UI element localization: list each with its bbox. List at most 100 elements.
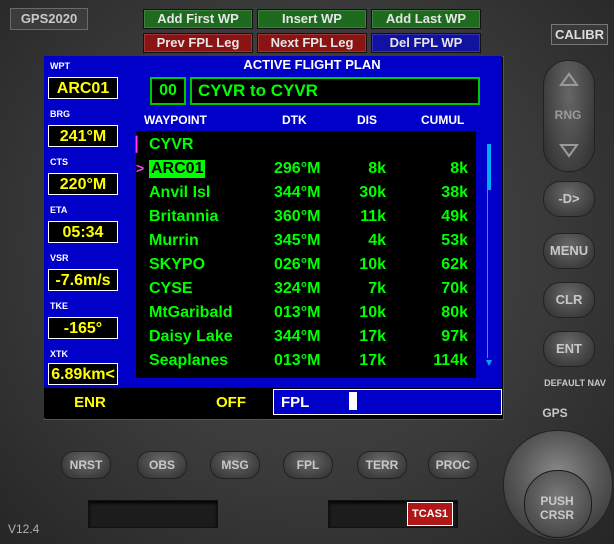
insert-wp-button[interactable]: Insert WP [257, 9, 367, 29]
add-last-wp-button[interactable]: Add Last WP [371, 9, 481, 29]
waypoint-dis: 7k [368, 280, 386, 297]
mode-indicator: ENR [74, 394, 106, 411]
waypoint-dtk: 345°M [274, 232, 321, 249]
off-indicator: OFF [216, 394, 246, 411]
waypoint-name: Anvil Isl [149, 184, 211, 201]
waypoint-scrollbar[interactable] [486, 140, 492, 366]
waypoint-name: Seaplanes [149, 352, 229, 369]
eta-value: 05:34 [48, 221, 118, 243]
prev-fpl-leg-button[interactable]: Prev FPL Leg [143, 33, 253, 53]
calibr-button[interactable]: CALIBR [551, 24, 608, 45]
menu-button[interactable]: MENU [543, 233, 595, 269]
waypoint-name: CYSE [149, 280, 193, 297]
com-slot-left [88, 500, 218, 528]
vsr-label: VSR [50, 253, 69, 263]
fpl-button[interactable]: FPL [283, 451, 333, 479]
active-leg-arrow-icon: > [136, 160, 145, 176]
page-indicator: FPL [281, 394, 310, 411]
from-marker-icon: ▏ [136, 136, 147, 152]
waypoint-dis: 10k [359, 304, 386, 321]
next-fpl-leg-button[interactable]: Next FPL Leg [257, 33, 367, 53]
add-first-wp-button[interactable]: Add First WP [143, 9, 253, 29]
wpt-value: ARC01 [48, 77, 118, 99]
brg-label: BRG [50, 109, 70, 119]
cursor-block [349, 392, 357, 410]
waypoint-cumul: 38k [441, 184, 468, 201]
vsr-value: -7.6m/s [48, 269, 118, 291]
col-header-dtk: DTK [282, 113, 307, 127]
waypoint-cumul: 53k [441, 232, 468, 249]
waypoint-cumul: 49k [441, 208, 468, 225]
table-row[interactable]: SKYPO 026°M 10k 62k [136, 253, 476, 277]
version-label: V12.4 [8, 522, 40, 536]
cts-label: CTS [50, 157, 68, 167]
cts-value: 220°M [48, 173, 118, 195]
xtk-label: XTK [50, 349, 68, 359]
brg-value: 241°M [48, 125, 118, 147]
msg-button[interactable]: MSG [210, 451, 260, 479]
direct-to-button[interactable]: -D> [543, 181, 595, 217]
col-header-waypoint: WAYPOINT [144, 113, 207, 127]
waypoint-list: ▏ CYVR > ARC01 296°M 8k 8k Anvil Isl 344… [136, 131, 476, 378]
waypoint-cumul: 114k [433, 352, 468, 369]
waypoint-cumul: 8k [450, 160, 468, 177]
rng-label: RNG [554, 108, 582, 122]
terr-button[interactable]: TERR [357, 451, 407, 479]
proc-button[interactable]: PROC [428, 451, 478, 479]
default-nav-label: DEFAULT NAV [544, 378, 606, 388]
waypoint-dis: 4k [368, 232, 386, 249]
waypoint-cumul: 70k [441, 280, 468, 297]
table-row[interactable]: Daisy Lake 344°M 17k 97k [136, 325, 476, 349]
table-row[interactable]: > ARC01 296°M 8k 8k [136, 157, 476, 181]
ent-button[interactable]: ENT [543, 331, 595, 367]
obs-button[interactable]: OBS [137, 451, 187, 479]
tcas-button[interactable]: TCAS1 [407, 502, 453, 526]
del-fpl-wp-button[interactable]: Del FPL WP [371, 33, 481, 53]
flight-plan-number[interactable]: 00 [150, 77, 186, 105]
col-header-dis: DIS [357, 113, 378, 127]
table-row[interactable]: Seaplanes 013°M 17k 114k [136, 349, 476, 373]
flight-plan-title: ACTIVE FLIGHT PLAN [243, 57, 381, 72]
clr-button[interactable]: CLR [543, 282, 595, 318]
flight-plan-name[interactable]: CYVR to CYVR [190, 77, 480, 105]
waypoint-name: CYVR [149, 136, 194, 153]
waypoint-name: Britannia [149, 208, 219, 225]
eta-label: ETA [50, 205, 68, 215]
waypoint-dis: 17k [359, 328, 386, 345]
col-header-cumul: CUMUL [421, 113, 465, 127]
waypoint-dis: 8k [368, 160, 386, 177]
nrst-button[interactable]: NRST [61, 451, 111, 479]
waypoint-dis: 17k [359, 352, 386, 369]
waypoint-dis: 10k [359, 256, 386, 273]
waypoint-name: SKYPO [149, 256, 206, 273]
waypoint-dtk: 344°M [274, 184, 321, 201]
waypoint-dtk: 324°M [274, 280, 321, 297]
waypoint-dtk: 013°M [274, 304, 321, 321]
waypoint-dtk: 013°M [274, 352, 321, 369]
xtk-value: 6.89km< [48, 363, 118, 385]
table-row[interactable]: Britannia 360°M 11k 49k [136, 205, 476, 229]
app-title: GPS2020 [10, 8, 88, 30]
waypoint-name: ARC01 [149, 160, 206, 178]
waypoint-dis: 11k [360, 208, 386, 225]
waypoint-cumul: 80k [441, 304, 468, 321]
data-fields-panel: WPT ARC01 BRG 241°M CTS 220°M ETA 05:34 … [44, 56, 122, 388]
gps-label: GPS [542, 406, 568, 420]
table-row[interactable]: CYSE 324°M 7k 70k [136, 277, 476, 301]
waypoint-dtk: 360°M [274, 208, 321, 225]
waypoint-dtk: 296°M [274, 160, 321, 177]
table-row[interactable]: Anvil Isl 344°M 30k 38k [136, 181, 476, 205]
tke-value: -165° [48, 317, 118, 339]
waypoint-dis: 30k [359, 184, 386, 201]
waypoint-cumul: 62k [441, 256, 468, 273]
table-row[interactable]: ▏ CYVR [136, 133, 476, 157]
waypoint-name: Daisy Lake [149, 328, 233, 345]
table-row[interactable]: Murrin 345°M 4k 53k [136, 229, 476, 253]
wpt-label: WPT [50, 61, 70, 71]
table-row[interactable]: MtGaribald 013°M 10k 80k [136, 301, 476, 325]
gps-bezel: GPS2020 Add First WP Insert WP Add Last … [0, 0, 614, 544]
waypoint-cumul: 97k [441, 328, 468, 345]
tke-label: TKE [50, 301, 68, 311]
waypoint-dtk: 344°M [274, 328, 321, 345]
waypoint-name: Murrin [149, 232, 199, 249]
